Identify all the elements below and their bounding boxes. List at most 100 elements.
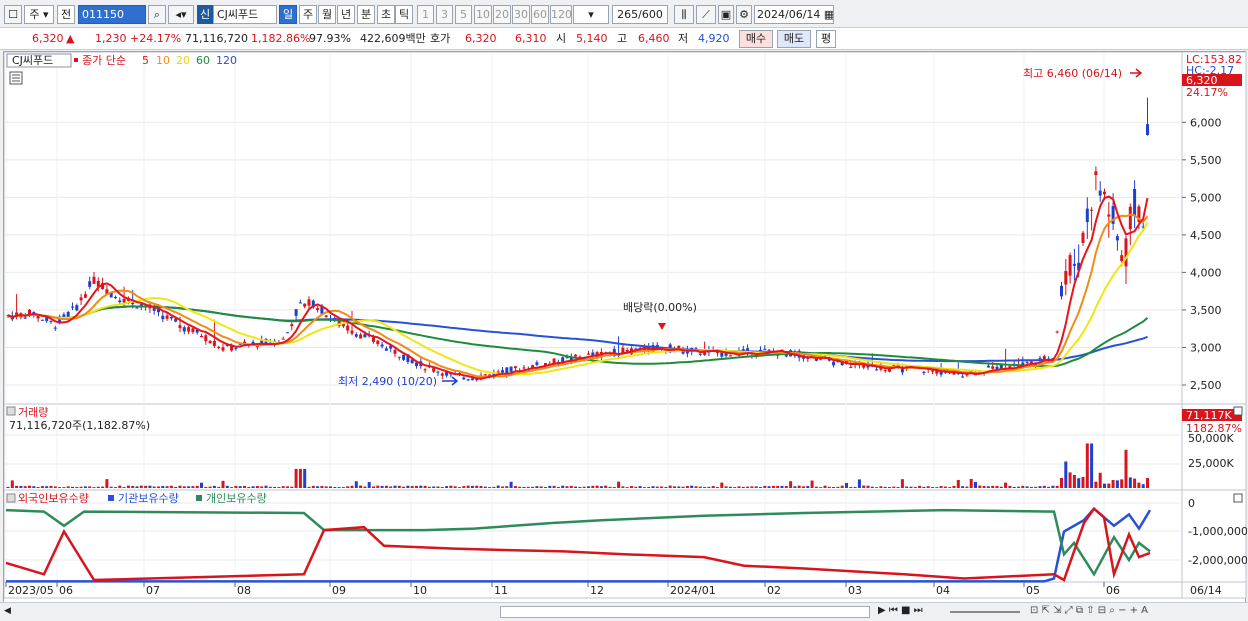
- volume-panel-icon: [6, 406, 16, 416]
- holdings-close-icon[interactable]: [1233, 493, 1243, 503]
- volume-bar: [230, 487, 234, 488]
- candle-body: [75, 305, 79, 311]
- holdings-panel: [3, 489, 1183, 583]
- volume-bar: [647, 486, 651, 488]
- volume-bar: [45, 486, 49, 488]
- stock-code-input[interactable]: 011150: [78, 5, 146, 24]
- prev-button[interactable]: 전: [57, 5, 75, 24]
- date-input[interactable]: 2024/06/14 ▦: [754, 5, 834, 24]
- count-dropdown[interactable]: ▾: [573, 5, 609, 24]
- volume-bar: [974, 481, 977, 488]
- period-button-4[interactable]: 분: [357, 5, 375, 24]
- candle-body: [522, 367, 526, 369]
- volume-bar: [986, 486, 990, 488]
- multiplier-button-5[interactable]: 30: [512, 5, 530, 24]
- period-button-1[interactable]: 주: [299, 5, 317, 24]
- candle-body: [114, 296, 117, 299]
- individual-title: 개인보유수량: [206, 492, 267, 505]
- x-axis-label: 06: [1106, 584, 1120, 597]
- period-button-2[interactable]: 월: [318, 5, 336, 24]
- window-menu-icon[interactable]: ☐: [4, 5, 22, 24]
- period-button-0[interactable]: 일: [279, 5, 297, 24]
- stock-chart[interactable]: CJ씨푸드 종가 단순 5 10 20 60 120 LC:153.82 HC:…: [3, 51, 1248, 604]
- candle-body: [49, 320, 53, 322]
- multiplier-button-4[interactable]: 20: [493, 5, 511, 24]
- volume-bar: [591, 485, 595, 488]
- volume-bar: [1094, 481, 1098, 488]
- period-button-5[interactable]: 초: [377, 5, 395, 24]
- draw-icon[interactable]: ⟋: [696, 5, 716, 24]
- sell-button[interactable]: 매도: [777, 30, 811, 48]
- candle-body: [307, 299, 311, 306]
- candle-body: [574, 354, 578, 357]
- period-button-6[interactable]: 틱: [395, 5, 413, 24]
- high-label: 고: [617, 32, 628, 45]
- volume-bar: [126, 485, 130, 488]
- calendar-icon[interactable]: ▦: [824, 8, 833, 21]
- count-input[interactable]: 265/600: [612, 5, 668, 24]
- multiplier-button-3[interactable]: 10: [474, 5, 492, 24]
- scroll-thumb[interactable]: [500, 606, 870, 618]
- x-axis-label: 03: [848, 584, 862, 597]
- candle-body: [286, 332, 289, 334]
- chart-area[interactable]: CJ씨푸드 종가 단순 5 10 20 60 120 LC:153.82 HC:…: [3, 51, 1248, 604]
- volume-bar: [685, 486, 689, 488]
- volume-bar: [453, 486, 457, 488]
- type-select[interactable]: 주 ▾: [24, 5, 54, 24]
- tool-icons[interactable]: ⊡ ⇱ ⇲ ⤢ ⧉ ⇧ ⊟ ⌕ − + A: [1030, 605, 1245, 619]
- zoom-slider[interactable]: [950, 611, 1020, 613]
- volume-bar: [475, 485, 479, 488]
- gear-icon[interactable]: ⚙: [736, 5, 752, 24]
- volume-bar: [1060, 478, 1063, 488]
- multiplier-button-1[interactable]: 3: [436, 5, 453, 24]
- volume-bar: [1008, 485, 1012, 488]
- scroll-left-icon[interactable]: ◀: [4, 606, 16, 618]
- volume-bar: [53, 486, 57, 488]
- multiplier-button-6[interactable]: 60: [531, 5, 549, 24]
- institution-title: 기관보유수량: [118, 492, 179, 505]
- volume-bar: [750, 486, 754, 488]
- candle-body: [1072, 263, 1076, 266]
- volume-bar: [71, 486, 74, 488]
- search-icon[interactable]: ⌕: [148, 5, 166, 24]
- holdings-panel-icon: [6, 493, 16, 503]
- volume-bar: [724, 486, 728, 488]
- candle-body: [991, 366, 995, 369]
- multiplier-button-0[interactable]: 1: [417, 5, 434, 24]
- volume-bar: [354, 481, 358, 488]
- candle-body: [135, 307, 139, 309]
- x-axis-label: 09: [332, 584, 346, 597]
- volume-bar: [513, 486, 517, 488]
- volume-ratio: 97.93%: [309, 32, 351, 45]
- candle-body: [440, 373, 444, 376]
- scroll-bar[interactable]: ◀ ▶ ⏮ ■ ⏭ ⊡ ⇱ ⇲ ⤢ ⧉ ⇧ ⊟ ⌕ − + A: [0, 602, 1248, 621]
- speaker-icon[interactable]: ◂▾: [168, 5, 194, 24]
- price-change: 1,230: [95, 32, 127, 45]
- volume-bar: [324, 486, 328, 488]
- volume-close-icon[interactable]: [1233, 406, 1243, 416]
- volume-bar: [449, 485, 453, 488]
- volume-bar: [1141, 484, 1145, 488]
- period-button-3[interactable]: 년: [337, 5, 355, 24]
- candle-body: [294, 309, 298, 316]
- volume-bar: [1133, 478, 1137, 488]
- save-icon[interactable]: ▣: [718, 5, 734, 24]
- multiplier-button-7[interactable]: 120: [550, 5, 572, 24]
- candle-body: [875, 369, 879, 371]
- playback-controls[interactable]: ▶ ⏮ ■ ⏭: [878, 605, 938, 619]
- multiplier-button-2[interactable]: 5: [455, 5, 472, 24]
- volume-bar: [728, 486, 732, 488]
- volume-bar: [651, 486, 655, 488]
- volume-bar: [144, 485, 148, 488]
- volume-bar: [896, 487, 900, 488]
- volume-bar: [492, 486, 496, 488]
- dividend-annotation: 배당락(0.00%): [623, 301, 697, 314]
- stock-name-field[interactable]: CJ씨푸드: [213, 5, 277, 24]
- volume-bar: [776, 485, 780, 488]
- volume-bar: [436, 486, 440, 488]
- candle-icon[interactable]: ⫼: [674, 5, 694, 24]
- candle-body: [350, 330, 354, 334]
- buy-button[interactable]: 매수: [739, 30, 773, 48]
- eval-button[interactable]: 평: [816, 30, 836, 48]
- volume-bar: [1111, 480, 1115, 488]
